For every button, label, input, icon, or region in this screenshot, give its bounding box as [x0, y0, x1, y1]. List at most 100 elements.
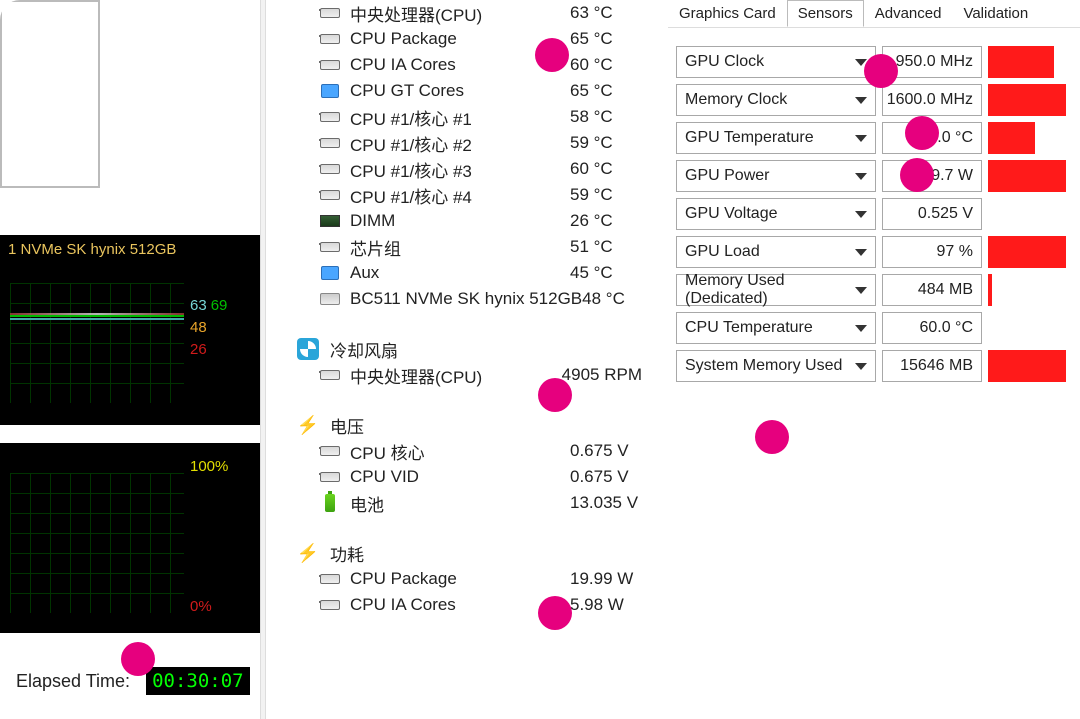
- gpu-sensor-name[interactable]: CPU Temperature: [676, 312, 876, 344]
- chip-icon: [320, 111, 340, 123]
- sensor-graph-2: 100% 0%: [0, 443, 260, 633]
- sensor-row[interactable]: CPU IA Cores60 °C: [280, 52, 662, 78]
- elapsed-value: 00:30:07: [146, 667, 250, 695]
- tab-validation[interactable]: Validation: [952, 0, 1039, 27]
- sensor-row[interactable]: Aux45 °C: [280, 260, 662, 286]
- fan-row[interactable]: 中央处理器(CPU)4905 RPM: [280, 362, 662, 388]
- tab-advanced[interactable]: Advanced: [864, 0, 953, 27]
- gpu-sensor-row: CPU Temperature 60.0 °C: [676, 312, 1066, 344]
- graph2-label-bot: 0%: [190, 598, 212, 615]
- graph2-grid: [10, 473, 184, 613]
- ssd-icon: [320, 293, 340, 305]
- sensor-sparkline: [988, 84, 1066, 116]
- power-row[interactable]: CPU IA Cores5.98 W: [280, 592, 662, 618]
- sensor-sparkline: [988, 274, 1066, 306]
- sensor-row[interactable]: BC511 NVMe SK hynix 512GB48 °C: [280, 286, 662, 312]
- chip-icon: [320, 7, 340, 19]
- power-row[interactable]: CPU Package19.99 W: [280, 566, 662, 592]
- left-panel: 1 NVMe SK hynix 512GB 6369 48 26 100% 0%…: [0, 0, 260, 719]
- chip-icon: [320, 573, 340, 585]
- right-panel: Graphics CardSensorsAdvancedValidation G…: [668, 0, 1080, 719]
- chip-icon: [320, 163, 340, 175]
- voltage-header[interactable]: ⚡电压: [280, 412, 662, 438]
- gpu-sensor-value: 0.525 V: [882, 198, 982, 230]
- gpu-sensor-name[interactable]: GPU Power: [676, 160, 876, 192]
- gpu-sensor-value: 15646 MB: [882, 350, 982, 382]
- gpu-sensor-row: Memory Clock 1600.0 MHz: [676, 84, 1066, 116]
- chip-icon: [320, 369, 340, 381]
- chip-icon: [320, 33, 340, 45]
- tab-sensors[interactable]: Sensors: [787, 0, 864, 27]
- chip-icon: [320, 189, 340, 201]
- graph1-value-labels: 6369 48 26: [190, 295, 227, 361]
- gpu-sensor-name[interactable]: GPU Load: [676, 236, 876, 268]
- gpu-sensor-row: System Memory Used 15646 MB: [676, 350, 1066, 382]
- fan-icon: [296, 337, 320, 361]
- sensor-label: BC511 NVMe SK hynix 512GB: [350, 289, 582, 309]
- sensor-value: 59 °C: [570, 133, 642, 153]
- caret-down-icon: [855, 173, 867, 180]
- sensor-label: CPU GT Cores: [350, 81, 570, 101]
- voltage-row[interactable]: CPU VID0.675 V: [280, 464, 662, 490]
- gpu-sensor-name[interactable]: GPU Clock: [676, 46, 876, 78]
- annotation-dot: [121, 642, 155, 676]
- sensor-value: 65 °C: [570, 81, 642, 101]
- graph1-label-69: 69: [211, 295, 228, 317]
- graph1-grid: [10, 283, 184, 403]
- sensor-row[interactable]: CPU #1/核心 #158 °C: [280, 104, 662, 130]
- left-divider: [260, 0, 266, 719]
- gpu-sensor-name[interactable]: Memory Clock: [676, 84, 876, 116]
- sensor-value: 58 °C: [570, 107, 642, 127]
- sensor-label: CPU #1/核心 #3: [350, 157, 570, 182]
- caret-down-icon: [855, 97, 867, 104]
- tab-graphics card[interactable]: Graphics Card: [668, 0, 787, 27]
- gpu-sensor-name[interactable]: Memory Used (Dedicated): [676, 274, 876, 306]
- gpu-sensor-value: 1600.0 MHz: [882, 84, 982, 116]
- sensor-row[interactable]: 中央处理器(CPU)63 °C: [280, 0, 662, 26]
- sensor-value: 63 °C: [570, 3, 642, 23]
- graph1-label-48: 48: [190, 319, 207, 336]
- sensor-row[interactable]: CPU #1/核心 #259 °C: [280, 130, 662, 156]
- gpu-sensor-value: 60.0 °C: [882, 312, 982, 344]
- annotation-dot: [538, 596, 572, 630]
- sensor-sparkline: [988, 198, 1066, 230]
- sensor-label: CPU #1/核心 #4: [350, 183, 570, 208]
- gpu-sensor-name[interactable]: System Memory Used: [676, 350, 876, 382]
- caret-down-icon: [855, 363, 867, 370]
- sensor-sparkline: [988, 46, 1066, 78]
- gpu-sensor-row: Memory Used (Dedicated) 484 MB: [676, 274, 1066, 306]
- sensor-label: CPU #1/核心 #1: [350, 105, 570, 130]
- bolt-icon: ⚡: [296, 541, 320, 565]
- voltage-row[interactable]: CPU 核心0.675 V: [280, 438, 662, 464]
- sensor-row[interactable]: CPU Package65 °C: [280, 26, 662, 52]
- bolt-icon: ⚡: [296, 413, 320, 437]
- chip-icon: [320, 445, 340, 457]
- gpu-sensor-value: 484 MB: [882, 274, 982, 306]
- sensor-value: 65 °C: [570, 29, 642, 49]
- fan-header[interactable]: 冷却风扇: [280, 336, 662, 362]
- chip-icon: [320, 59, 340, 71]
- tab-strip: Graphics CardSensorsAdvancedValidation: [668, 0, 1080, 28]
- sensor-row[interactable]: CPU #1/核心 #360 °C: [280, 156, 662, 182]
- sensor-label: DIMM: [350, 211, 570, 231]
- sensor-row[interactable]: CPU GT Cores65 °C: [280, 78, 662, 104]
- power-header[interactable]: ⚡功耗: [280, 540, 662, 566]
- chip-icon: [320, 137, 340, 149]
- sensor-value: 51 °C: [570, 237, 642, 257]
- graph1-title: 1 NVMe SK hynix 512GB: [0, 235, 260, 258]
- sensor-label: 中央处理器(CPU): [350, 1, 570, 26]
- sensor-sparkline: [988, 160, 1066, 192]
- sensor-row[interactable]: DIMM26 °C: [280, 208, 662, 234]
- sensor-row[interactable]: 芯片组51 °C: [280, 234, 662, 260]
- sensor-label: Aux: [350, 263, 570, 283]
- sensor-value: 45 °C: [570, 263, 642, 283]
- voltage-row[interactable]: 电池13.035 V: [280, 490, 662, 516]
- elapsed-label: Elapsed Time:: [16, 671, 130, 692]
- gpu-sensor-name[interactable]: GPU Voltage: [676, 198, 876, 230]
- caret-down-icon: [855, 287, 867, 294]
- left-blank-chart: [0, 0, 100, 188]
- sensor-row[interactable]: CPU #1/核心 #459 °C: [280, 182, 662, 208]
- gpu-sensor-name[interactable]: GPU Temperature: [676, 122, 876, 154]
- caret-down-icon: [855, 325, 867, 332]
- chip-icon: [320, 471, 340, 483]
